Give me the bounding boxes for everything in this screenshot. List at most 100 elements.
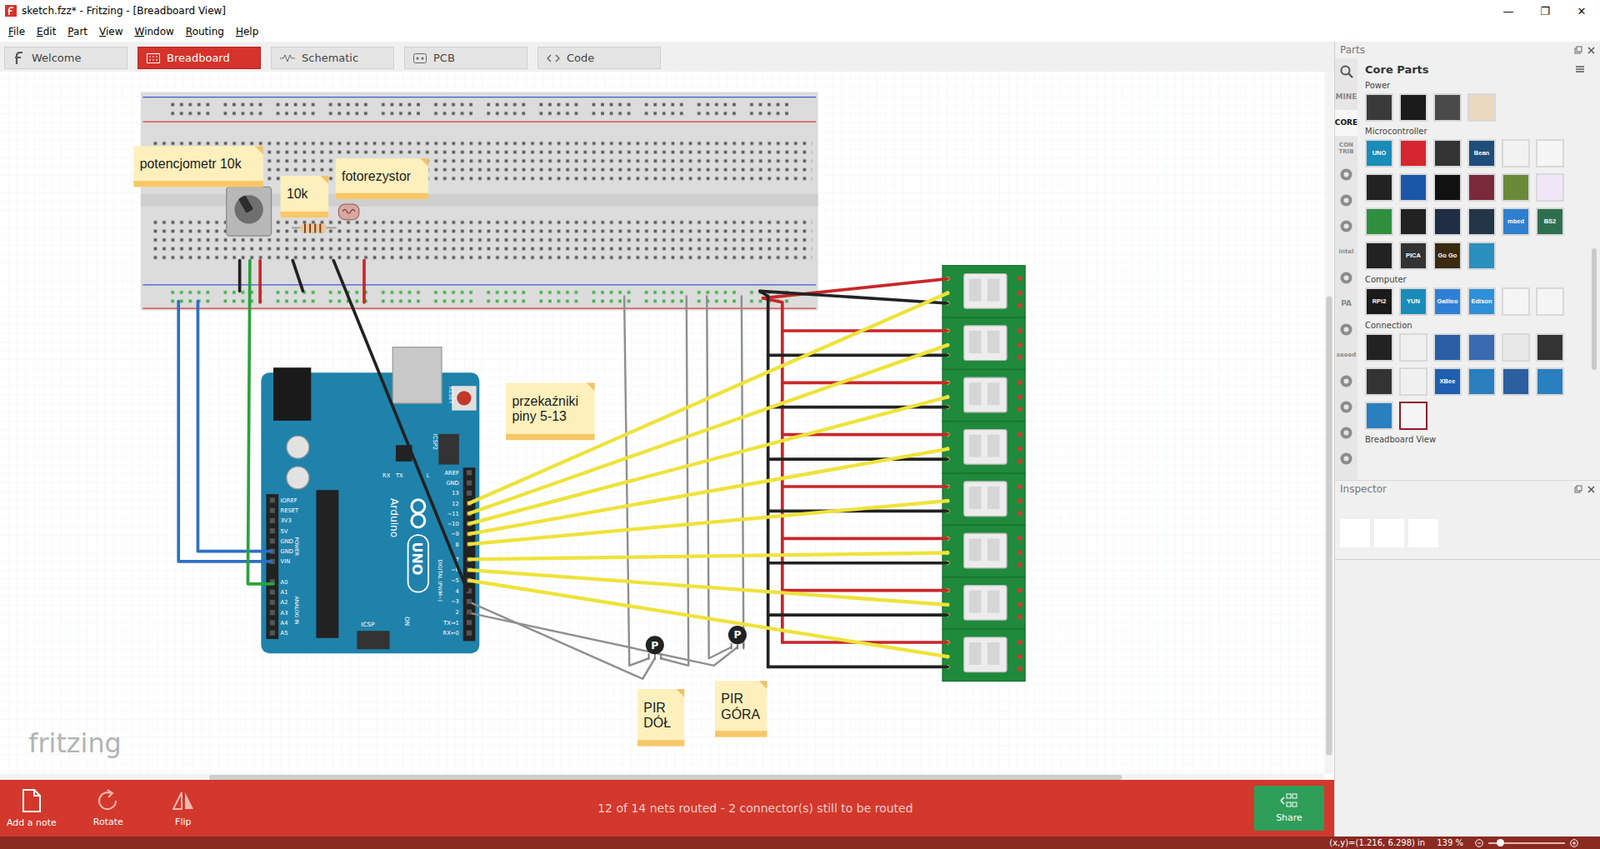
float-icon[interactable] xyxy=(1574,45,1583,55)
canvas-note[interactable]: przekaźnikipiny 5-13 xyxy=(505,383,595,441)
power-pin[interactable]: 5V xyxy=(270,528,289,535)
part-tile[interactable] xyxy=(1467,241,1496,270)
wire[interactable] xyxy=(768,665,948,670)
analog-pin[interactable]: A4 xyxy=(270,620,289,627)
wire[interactable] xyxy=(760,290,769,667)
share-button[interactable]: Share xyxy=(1254,785,1325,831)
part-tile[interactable] xyxy=(1433,207,1462,236)
relay[interactable] xyxy=(942,317,1025,370)
wire[interactable] xyxy=(782,589,948,593)
view-tab[interactable]: Schematic xyxy=(270,46,395,70)
digital-pin[interactable]: 2 xyxy=(455,609,473,616)
bin-tab[interactable]: CON TRIB xyxy=(1335,135,1358,162)
digital-pin[interactable]: 4 xyxy=(455,588,473,595)
potentiometer[interactable] xyxy=(226,186,272,236)
part-tile[interactable] xyxy=(1399,139,1428,168)
part-tile[interactable]: YUN xyxy=(1399,287,1428,316)
wire[interactable] xyxy=(469,552,948,560)
wire[interactable] xyxy=(247,260,274,585)
part-tile[interactable] xyxy=(1365,93,1394,122)
search-icon[interactable] xyxy=(1340,65,1354,79)
relay[interactable] xyxy=(942,577,1025,630)
part-tile[interactable] xyxy=(1467,367,1496,396)
window-control[interactable]: ❐ xyxy=(1526,0,1564,22)
horizontal-scrollbar[interactable] xyxy=(0,774,1325,780)
part-tile[interactable] xyxy=(1501,367,1530,396)
wire[interactable] xyxy=(768,613,948,617)
wire[interactable] xyxy=(782,380,948,385)
part-tile[interactable] xyxy=(1433,93,1462,122)
part-tile[interactable] xyxy=(1365,333,1394,362)
part-tile[interactable] xyxy=(1535,287,1565,316)
relay[interactable] xyxy=(942,265,1025,318)
zoom-in-icon[interactable] xyxy=(1570,839,1579,848)
zoom-out-icon[interactable] xyxy=(1475,839,1484,848)
power-pin[interactable]: 3V3 xyxy=(270,517,292,525)
bin-tab[interactable] xyxy=(1335,187,1358,214)
wire[interactable] xyxy=(469,500,948,545)
parts-scrollbar[interactable] xyxy=(1591,248,1597,370)
part-tile[interactable] xyxy=(1399,401,1428,430)
canvas-note[interactable]: fotorezystor xyxy=(335,158,429,200)
bin-tab[interactable]: seeed xyxy=(1335,342,1358,369)
bin-tab[interactable] xyxy=(1335,161,1358,188)
toolbar-button[interactable]: Add a note xyxy=(6,788,57,829)
part-tile[interactable] xyxy=(1535,173,1565,202)
part-tile[interactable] xyxy=(1501,139,1530,168)
part-tile[interactable] xyxy=(1365,367,1394,396)
view-tab[interactable]: PCB xyxy=(404,46,528,70)
part-tile[interactable]: UNO xyxy=(1365,139,1394,168)
menu-item[interactable]: Edit xyxy=(30,25,62,38)
part-tile[interactable] xyxy=(1365,173,1394,202)
arduino-uno[interactable]: RESETICSP2ICSPRXTXLONArduinoUNODIGITAL (… xyxy=(260,347,480,654)
part-tile[interactable]: Bean xyxy=(1467,139,1496,168)
menu-item[interactable]: Part xyxy=(61,25,94,38)
wire[interactable] xyxy=(782,537,948,541)
relay[interactable] xyxy=(942,369,1025,421)
power-pin[interactable]: VIN xyxy=(270,558,290,565)
wire[interactable] xyxy=(469,293,948,504)
canvas-note[interactable]: 10k xyxy=(280,175,330,218)
part-tile[interactable]: Edison xyxy=(1467,287,1496,316)
part-tile[interactable] xyxy=(1433,333,1462,362)
part-tile[interactable] xyxy=(1467,93,1496,122)
part-tile[interactable] xyxy=(1535,367,1565,396)
part-tile[interactable] xyxy=(1467,333,1496,362)
digital-pin[interactable]: 13 xyxy=(451,490,472,497)
window-control[interactable]: — xyxy=(1490,0,1527,22)
part-tile[interactable] xyxy=(1467,173,1496,202)
wire[interactable] xyxy=(763,279,949,299)
part-tile[interactable]: Galileo xyxy=(1433,287,1462,316)
power-pin[interactable]: GND xyxy=(270,548,294,555)
power-pin[interactable]: RESET xyxy=(270,507,300,515)
part-tile[interactable]: RPi2 xyxy=(1365,287,1394,316)
power-pin[interactable]: IOREF xyxy=(270,497,298,505)
wire[interactable] xyxy=(760,290,948,304)
wire[interactable] xyxy=(472,603,655,680)
part-tile[interactable] xyxy=(1365,241,1394,270)
wire[interactable] xyxy=(768,561,948,565)
wire[interactable] xyxy=(706,295,731,659)
analog-pin[interactable]: A3 xyxy=(270,610,289,617)
part-tile[interactable] xyxy=(1501,333,1530,362)
view-tab[interactable]: Welcome xyxy=(4,46,128,70)
part-tile[interactable] xyxy=(1433,139,1462,168)
bin-tab[interactable] xyxy=(1335,368,1358,395)
relay[interactable] xyxy=(942,525,1025,577)
part-tile[interactable] xyxy=(1399,93,1428,122)
window-control[interactable]: ✕ xyxy=(1563,0,1600,22)
part-tile[interactable] xyxy=(1365,207,1394,236)
relay[interactable] xyxy=(942,629,1025,681)
bin-tab[interactable]: PA xyxy=(1335,290,1358,317)
bin-tab[interactable]: CORE xyxy=(1335,110,1358,136)
part-tile[interactable] xyxy=(1535,139,1565,168)
menu-item[interactable]: File xyxy=(2,25,31,38)
digital-pin[interactable]: GND xyxy=(445,480,472,487)
canvas-note[interactable]: potencjometr 10k xyxy=(133,145,263,187)
wire[interactable] xyxy=(472,613,738,665)
part-tile[interactable] xyxy=(1365,401,1394,430)
wire[interactable] xyxy=(782,485,948,489)
pir-sensor[interactable]: P xyxy=(645,635,665,660)
relay[interactable] xyxy=(942,473,1025,525)
part-tile[interactable] xyxy=(1467,207,1496,236)
